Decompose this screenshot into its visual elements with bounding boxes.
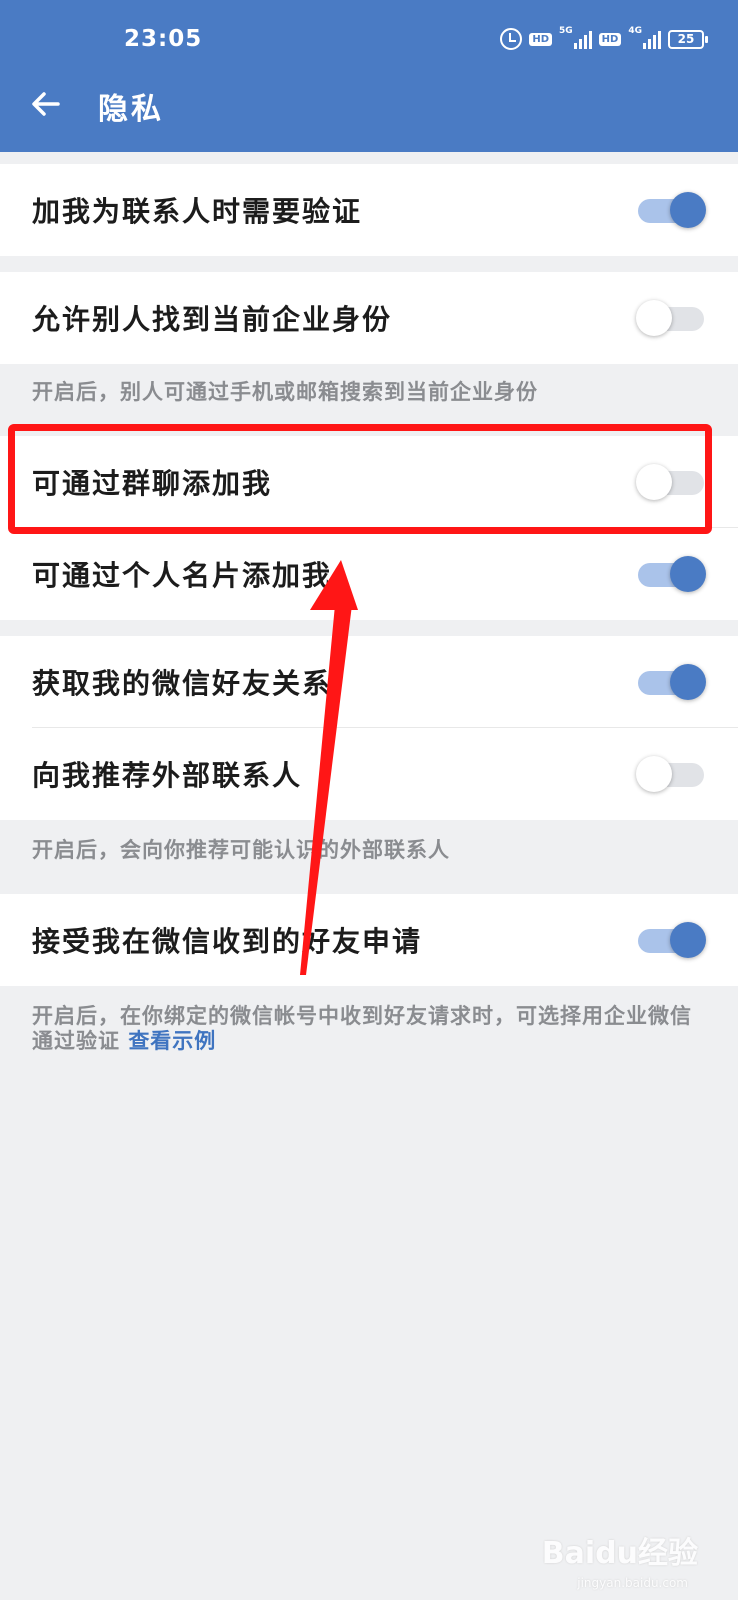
add-by-card-toggle[interactable] [636, 554, 706, 594]
setting-row-wechat-friends[interactable]: 获取我的微信好友关系 [0, 636, 738, 728]
settings-card: 加我为联系人时需要验证 [0, 164, 738, 256]
app-bar: 23:05 HD 5G HD 4G 25 隐私 [0, 0, 738, 152]
baidu-watermark-url: jingyan.baidu.com [577, 1576, 688, 1590]
alarm-icon [500, 28, 523, 50]
settings-card: 接受我在微信收到的好友申请 [0, 894, 738, 986]
hd-badge: HD [598, 32, 622, 46]
page-title: 隐私 [98, 92, 164, 127]
setting-row-add-by-group[interactable]: 可通过群聊添加我 [0, 436, 738, 528]
setting-row-verify-contact[interactable]: 加我为联系人时需要验证 [0, 164, 738, 256]
setting-row-add-by-card[interactable]: 可通过个人名片添加我 [0, 528, 738, 620]
accept-wechat-requests-hint: 开启后，在你绑定的微信帐号中收到好友请求时，可选择用企业微信通过验证 查看示例 [32, 1004, 712, 1054]
baidu-watermark: Baidu经验 [541, 1536, 698, 1571]
find-identity-hint: 开启后，别人可通过手机或邮箱搜索到当前企业身份 [32, 380, 538, 404]
setting-label: 接受我在微信收到的好友申请 [32, 925, 423, 958]
find-identity-toggle[interactable] [636, 298, 706, 338]
signal-icon [573, 29, 592, 49]
wechat-friends-toggle[interactable] [636, 662, 706, 702]
arrow-left-icon [32, 92, 60, 116]
setting-label: 可通过个人名片添加我 [32, 559, 333, 592]
settings-card: 获取我的微信好友关系 向我推荐外部联系人 [0, 636, 738, 820]
view-example-link[interactable]: 查看示例 [128, 1029, 216, 1053]
setting-row-accept-wechat-requests[interactable]: 接受我在微信收到的好友申请 [0, 894, 738, 986]
setting-label: 允许别人找到当前企业身份 [32, 303, 393, 336]
signal-icon [643, 29, 661, 49]
accept-wechat-requests-toggle[interactable] [636, 920, 706, 960]
status-icons: HD 5G HD 4G 25 [500, 26, 708, 50]
setting-row-recommend-external[interactable]: 向我推荐外部联系人 [0, 728, 738, 820]
add-by-group-toggle[interactable] [636, 462, 706, 502]
setting-label: 加我为联系人时需要验证 [32, 195, 363, 228]
recommend-external-toggle[interactable] [636, 754, 706, 794]
network-type: 4G [628, 26, 642, 36]
battery-icon: 25 [668, 29, 708, 49]
recommend-external-hint: 开启后，会向你推荐可能认识的外部联系人 [32, 838, 450, 862]
status-time: 23:05 [124, 26, 203, 52]
setting-row-find-identity[interactable]: 允许别人找到当前企业身份 [0, 272, 738, 364]
setting-label: 可通过群聊添加我 [32, 467, 273, 500]
setting-label: 获取我的微信好友关系 [32, 667, 333, 700]
settings-card: 可通过群聊添加我 可通过个人名片添加我 [0, 436, 738, 620]
verify-contact-toggle[interactable] [636, 190, 706, 230]
setting-label: 向我推荐外部联系人 [32, 759, 303, 792]
network-type: 5G [559, 26, 573, 36]
settings-card: 允许别人找到当前企业身份 [0, 272, 738, 364]
back-button[interactable] [28, 86, 64, 122]
hd-badge: HD [529, 32, 553, 46]
